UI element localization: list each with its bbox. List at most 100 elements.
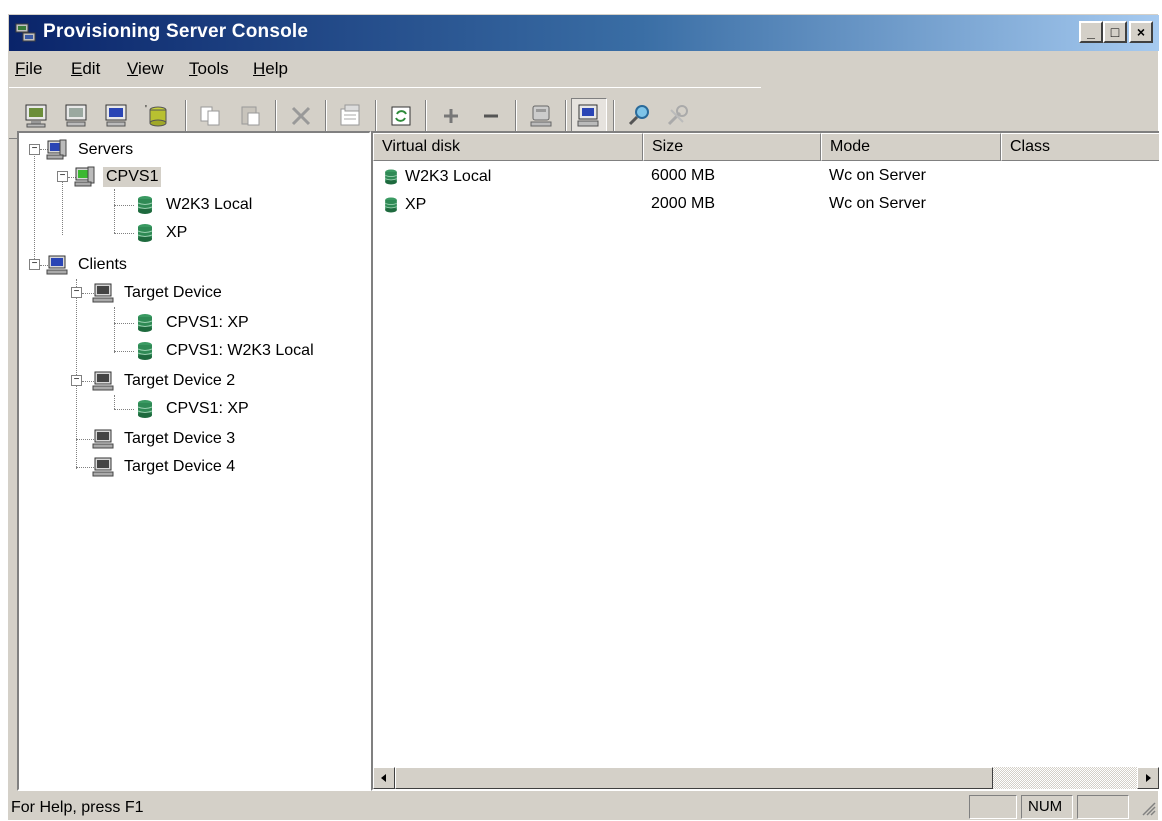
find-button[interactable] [621,98,657,134]
status-panel-caps [969,795,1017,819]
expand-button[interactable] [433,98,469,134]
collapse-button[interactable] [473,98,509,134]
tree-label-device: Target Device [124,284,222,301]
tree-line [114,323,134,324]
svg-text:': ' [145,104,147,115]
tree-line [114,307,115,353]
list-cell-name: W2K3 Local [381,167,491,187]
tree-line [114,395,115,409]
expander-servers[interactable]: − [29,144,40,155]
list-pane[interactable]: Virtual disk Size Mode Class W2K3 Local … [371,131,1159,791]
tree-label-device: Target Device 2 [124,372,236,389]
toolbar-separator [515,100,517,134]
delete-button[interactable] [283,98,319,134]
list-row[interactable]: W2K3 Local 6000 MB Wc on Server [373,163,1159,191]
column-header-virtual-disk[interactable]: Virtual disk [373,133,643,161]
app-window: Provisioning Server Console _ □ × File E… [8,14,1159,820]
tree-item-server-disk[interactable]: W2K3 Local [133,192,255,218]
client-icon [577,104,599,127]
list-header: Virtual disk Size Mode Class [373,133,1159,161]
menu-help[interactable]: Help [253,59,288,79]
monitor-add-icon [25,104,47,128]
arrow-left-icon [381,774,386,782]
new-disk-button[interactable]: ' [139,98,175,134]
plus-icon [444,109,458,123]
tree-line [62,177,63,235]
computer-icon [92,283,114,303]
tree-item-target-device-3[interactable]: Target Device 3 [91,426,238,452]
scroll-left-button[interactable] [373,767,395,789]
tree-line [114,233,134,234]
horizontal-scrollbar[interactable] [373,767,1159,789]
menu-tools[interactable]: Tools [189,59,229,79]
client-device-button[interactable] [99,98,135,134]
copy-button[interactable] [193,98,229,134]
paste-button[interactable] [233,98,269,134]
disk-icon [137,314,153,332]
tree-label-device-disk: CPVS1: XP [166,314,249,331]
tree-item-target-device[interactable]: Target Device [91,280,225,306]
toolbar-separator [613,100,615,134]
tree-label-clients: Clients [78,256,127,273]
tree-item-servers[interactable]: Servers [45,137,136,163]
expander-target-device-2[interactable]: − [71,375,82,386]
refresh-icon [391,106,411,126]
resize-grip-icon[interactable] [1139,799,1157,817]
close-button[interactable]: × [1129,21,1153,43]
toolbar-separator [185,100,187,134]
tree-label-device: Target Device 4 [124,458,236,475]
scroll-thumb[interactable] [395,767,993,789]
copy-icon [200,106,220,126]
menu-file[interactable]: File [15,59,42,79]
tree-label-server-cpvs1: CPVS1 [103,167,162,187]
maximize-button[interactable]: □ [1103,21,1127,43]
tree-pane[interactable]: − − − − − Servers CPVS1 W2K3 Local XP Cl… [17,131,371,791]
scroll-right-button[interactable] [1137,767,1159,789]
tree-item-clients[interactable]: Clients [45,252,130,278]
column-header-size[interactable]: Size [643,133,821,161]
tree-line [114,189,115,233]
minimize-button[interactable]: _ [1079,21,1103,43]
client-view-button[interactable] [571,98,607,134]
properties-button[interactable] [333,98,369,134]
tree-item-device-disk[interactable]: CPVS1: XP [133,396,252,422]
database-add-icon: ' [145,104,167,127]
toolbar-separator [325,100,327,134]
expander-server-cpvs1[interactable]: − [57,171,68,182]
toolbar-separator [565,100,567,134]
disk-icon [137,224,153,242]
title-bar[interactable]: Provisioning Server Console _ □ × [9,15,1159,51]
disk-icon [137,400,153,418]
computer-icon [92,371,114,391]
tree-label-device: Target Device 3 [124,430,236,447]
arrow-right-icon [1146,774,1151,782]
list-row[interactable]: XP 2000 MB Wc on Server [373,191,1159,219]
tree-item-target-device-4[interactable]: Target Device 4 [91,454,238,480]
expander-clients[interactable]: − [29,259,40,270]
server-icon [530,105,552,127]
expander-target-device[interactable]: − [71,287,82,298]
delete-icon [291,106,311,126]
new-device-button[interactable] [19,98,55,134]
disk-icon [385,197,397,213]
tree-item-target-device-2[interactable]: Target Device 2 [91,368,238,394]
tools-icon [667,105,688,126]
column-header-mode[interactable]: Mode [821,133,1001,161]
tree-item-device-disk[interactable]: CPVS1: W2K3 Local [133,338,317,364]
tree-line [114,351,134,352]
menu-edit[interactable]: Edit [71,59,100,79]
server-view-button[interactable] [523,98,559,134]
tree-item-server-cpvs1[interactable]: CPVS1 [73,164,162,190]
menu-view[interactable]: View [127,59,164,79]
server-device-button[interactable] [59,98,95,134]
servers-icon [46,139,67,160]
find-icon [628,105,649,126]
list-cell-mode: Wc on Server [829,195,926,212]
properties-icon [340,104,360,126]
tree-item-server-disk[interactable]: XP [133,220,190,246]
refresh-button[interactable] [383,98,419,134]
column-header-class[interactable]: Class [1001,133,1159,161]
tree-item-device-disk[interactable]: CPVS1: XP [133,310,252,336]
tools-button[interactable] [659,98,695,134]
app-icon [15,23,36,42]
